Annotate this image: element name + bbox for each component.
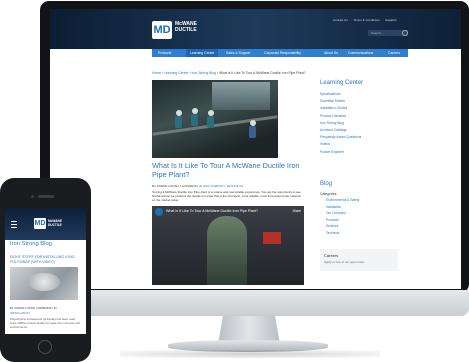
careers-card[interactable]: Careers Apply to one of our open roles — [320, 249, 398, 271]
hero-window — [212, 82, 270, 110]
hamburger-menu-icon[interactable] — [11, 221, 17, 228]
breadcrumb-learning-center[interactable]: Learning Center — [164, 71, 188, 75]
sidebar-link-specifications[interactable]: Specifications — [320, 91, 400, 98]
hero-railing — [152, 115, 278, 136]
article-body: Touring a McWane Ductile Iron Pipe plant… — [152, 190, 301, 203]
phone-post-image-detail — [28, 273, 60, 291]
main-nav: Products Learning Center Sales & Support… — [152, 49, 408, 57]
sidebar-link-pocket-engineer[interactable]: Pocket Engineer — [320, 149, 400, 156]
article-meta: BY AARON LOOSLI | 12/13/2019 | IN OUR CO… — [152, 184, 243, 188]
nav-about-us[interactable]: About Us — [324, 49, 338, 57]
category-our-company[interactable]: Our Company — [326, 210, 359, 217]
category-products[interactable]: Products — [326, 217, 359, 224]
sidebar-categories-label: Categories — [320, 192, 337, 196]
video-thumbnail-detail — [263, 232, 281, 244]
phone-logo-text[interactable]: McWANE DUCTILE — [48, 219, 68, 227]
phone-post-excerpt: Polyethylene encasement (polywrap) has b… — [10, 317, 80, 329]
phone-post-title[interactable]: EIGHT STEPS FOR INSTALLING V-BIO POLYWRA… — [10, 255, 80, 264]
breadcrumb-blog[interactable]: Iron Strong Blog — [191, 71, 216, 75]
category-installation[interactable]: Installation — [326, 204, 359, 211]
worker-figure — [207, 116, 214, 128]
sidebar-link-product-literature[interactable]: Product Literature — [320, 113, 400, 120]
nav-sales-support[interactable]: Sales & Support — [226, 49, 251, 57]
careers-title: Careers — [324, 253, 339, 258]
video-title[interactable]: What Is It Like To Tour A McWane Ductile… — [166, 209, 258, 213]
careers-subtitle: Apply to one of our open roles — [324, 260, 365, 264]
site-logo-text[interactable]: McWANE DUCTILE — [175, 21, 205, 33]
phone-speaker — [38, 195, 54, 198]
phone-post-meta: BY AARON LOOSLI | 09/08/2016 | IN — [10, 306, 57, 310]
phone-post-category[interactable]: INSTALLATION — [10, 311, 29, 315]
sidebar-link-videos[interactable]: Videos — [320, 141, 400, 148]
article-categories[interactable]: IN OUR COMPANY, TECHNICAL — [199, 184, 244, 188]
article-byline: BY AARON LOOSLI | 12/13/2019 | — [152, 184, 199, 188]
search-icon[interactable] — [402, 30, 408, 36]
breadcrumb-current: What Is It Like To Tour A McWane Ductile… — [218, 71, 306, 75]
site-header — [50, 9, 461, 49]
worker-figure — [249, 126, 256, 138]
nav-corporate-responsibility[interactable]: Corporate Responsibility — [264, 49, 301, 57]
nav-learning-center[interactable]: Learning Center — [186, 49, 219, 57]
sidebar-link-submittal-sheets[interactable]: Submittal Sheets — [320, 98, 400, 105]
channel-icon — [155, 208, 163, 216]
nav-careers[interactable]: Careers — [388, 49, 400, 57]
utility-link-contact[interactable]: Contact Us — [333, 18, 348, 22]
utility-links: Contact Us Terms & Conditions Español — [333, 18, 401, 22]
category-environmental-safety[interactable]: Environmental & Safety — [326, 197, 359, 204]
category-technical[interactable]: Technical — [326, 230, 359, 237]
phone-logo-mark[interactable]: MD — [34, 218, 46, 229]
breadcrumb: Home › Learning Center › Iron Strong Blo… — [152, 71, 306, 75]
nav-communications[interactable]: Communications — [348, 49, 373, 57]
sidebar-link-faq[interactable]: Frequently Asked Questions — [320, 134, 400, 141]
phone-screen: MD McWANE DUCTILE Iron Strong Blog EIGHT… — [5, 208, 86, 334]
worker-figure — [175, 116, 182, 128]
phone-camera-icon — [31, 195, 34, 198]
article-hero-image — [152, 80, 278, 158]
category-services[interactable]: Services — [326, 223, 359, 230]
utility-link-terms[interactable]: Terms & Conditions — [354, 18, 380, 22]
phone-home-button — [38, 340, 52, 354]
worker-figure — [191, 114, 198, 126]
sidebar-blog-title: Blog — [320, 181, 333, 187]
video-player[interactable]: What Is It Like To Tour A McWane Ductile… — [152, 206, 304, 285]
phone-blog-title: Iron Strong Blog — [10, 241, 52, 247]
monitor-shadow — [120, 350, 380, 358]
monitor-chin — [40, 290, 469, 316]
sidebar-link-archived-catalogs[interactable]: Archived Catalogs — [320, 127, 400, 134]
phone-post-byline: BY AARON LOOSLI | 09/08/2016 | IN — [10, 306, 57, 310]
phone-site-header: MD McWANE DUCTILE — [5, 208, 86, 240]
sidebar-link-installation-guides[interactable]: Installation Guides — [320, 105, 400, 112]
sidebar-category-list: Environmental & Safety Installation Our … — [326, 197, 359, 237]
sidebar-learning-title: Learning Center — [320, 80, 364, 86]
phone-post-category-row: INSTALLATION — [10, 311, 29, 315]
utility-link-language[interactable]: Español — [385, 18, 396, 22]
article-title[interactable]: What Is It Like To Tour A McWane Ductile… — [152, 161, 302, 179]
nav-products[interactable]: Products — [158, 49, 171, 57]
site-logo-mark[interactable]: MD — [152, 21, 172, 39]
monitor-screen: MD McWANE DUCTILE Contact Us Terms & Con… — [50, 9, 461, 289]
breadcrumb-home[interactable]: Home — [152, 71, 161, 75]
sidebar-learning-list: Specifications Submittal Sheets Installa… — [320, 91, 400, 156]
phone-post-image[interactable] — [10, 267, 78, 300]
video-thumbnail-person — [207, 216, 247, 285]
share-button[interactable]: Share — [292, 209, 301, 213]
sidebar-link-iron-strong-blog[interactable]: Iron Strong Blog — [320, 120, 400, 127]
